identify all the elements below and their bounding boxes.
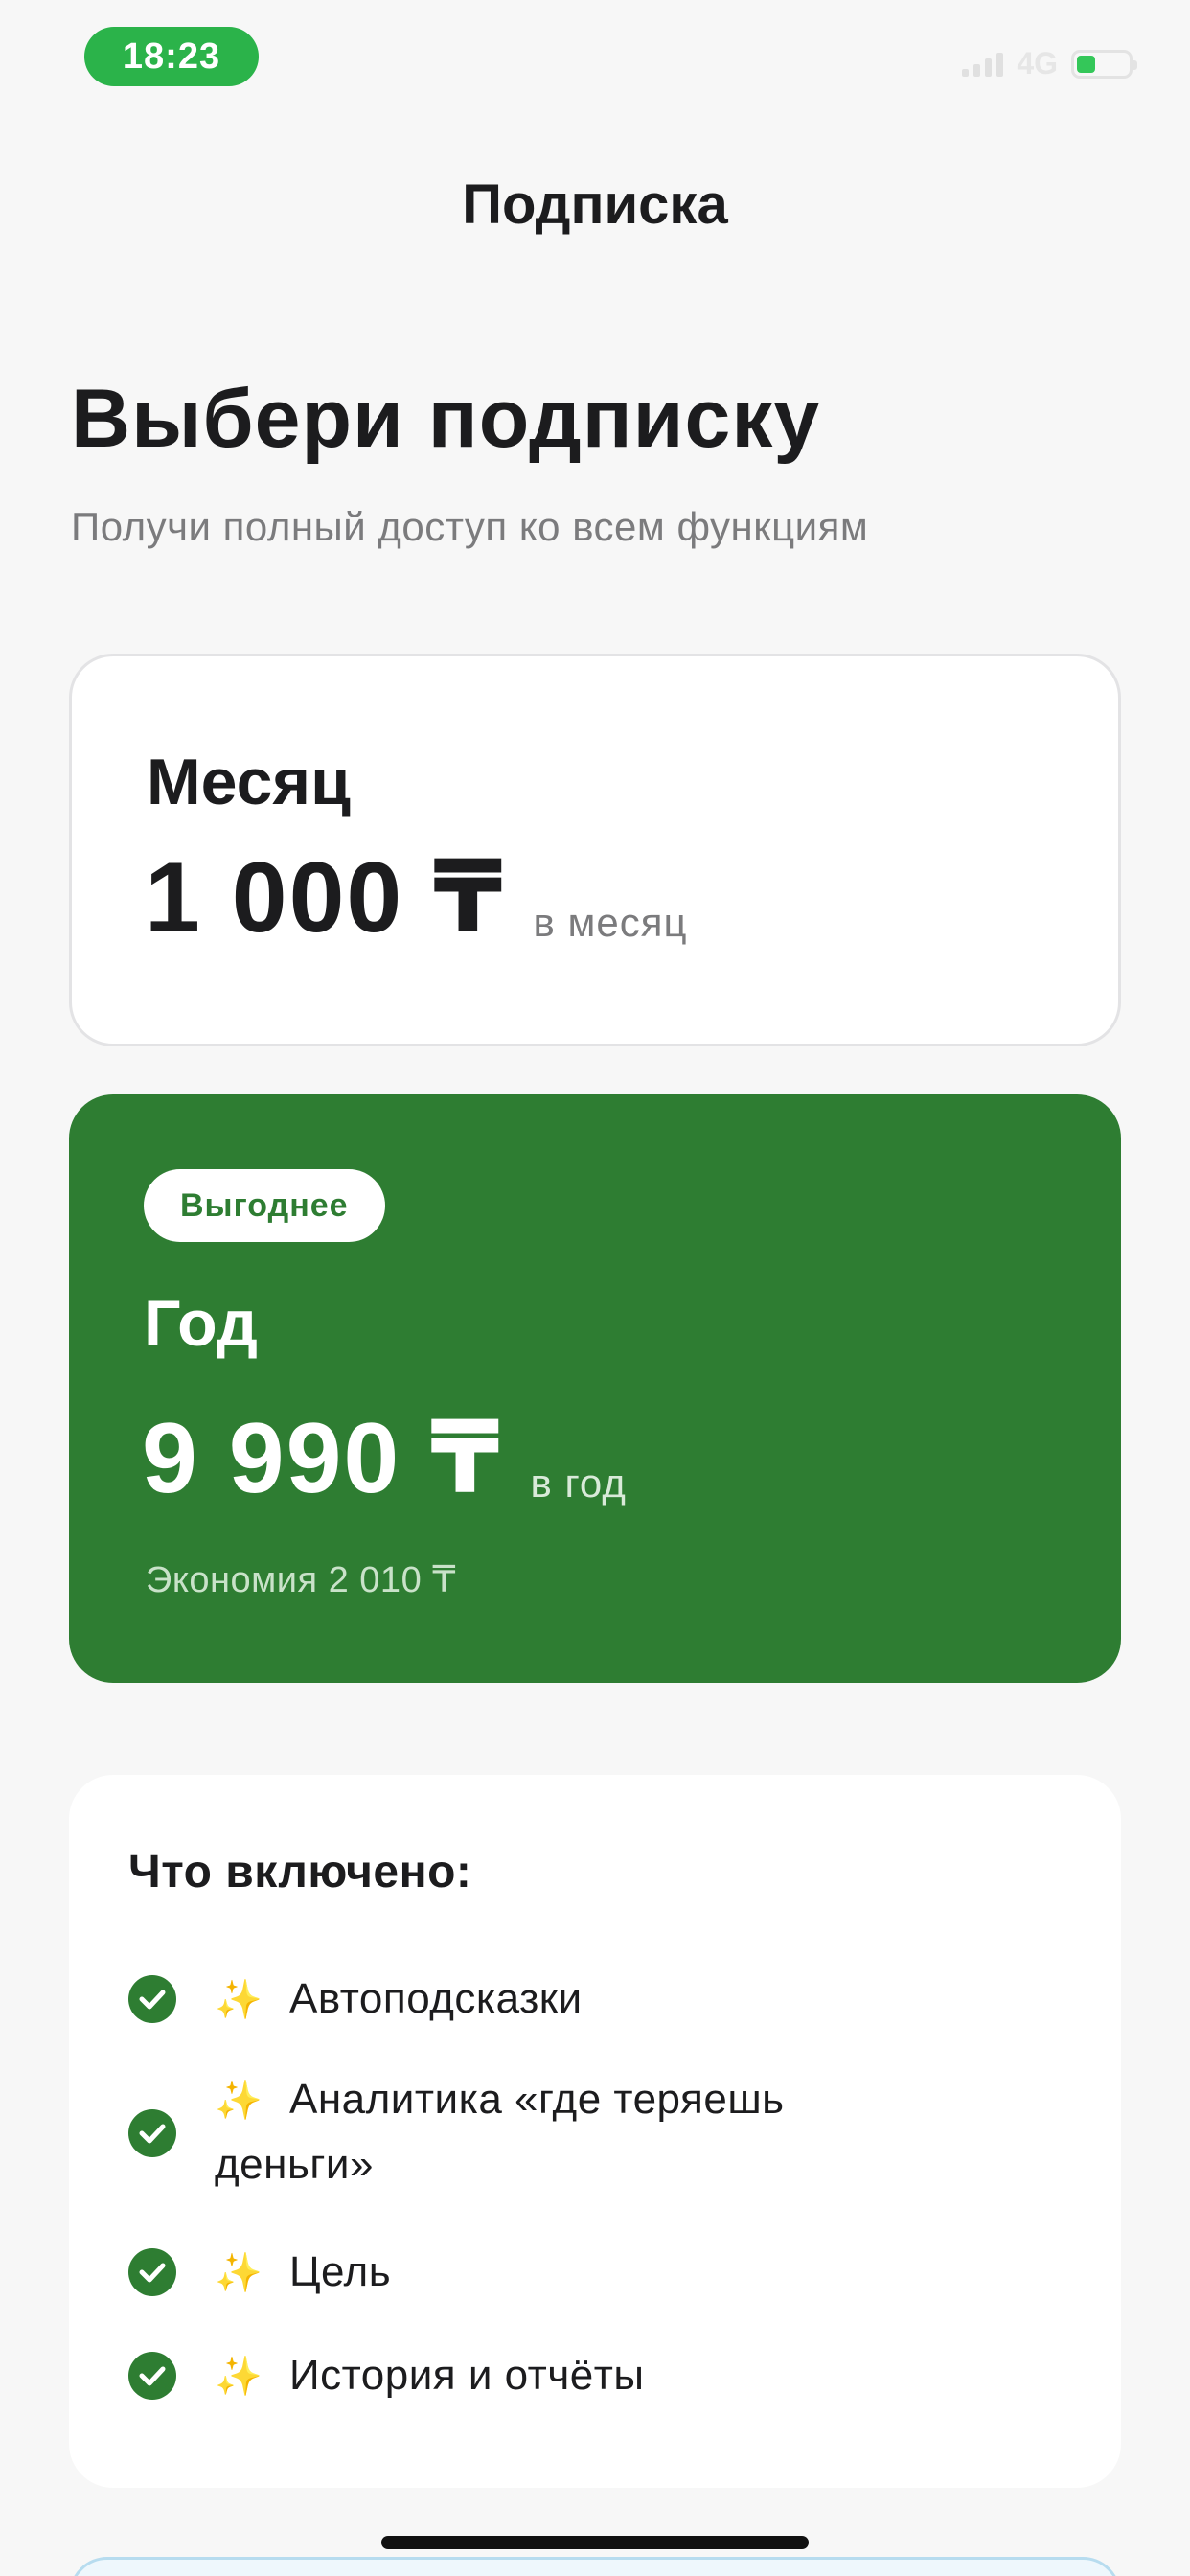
feature-text: История и отчёты: [289, 2352, 645, 2399]
home-indicator[interactable]: [381, 2536, 809, 2549]
plan-card-monthly[interactable]: Месяц 1 000 ₸ в месяц: [69, 654, 1121, 1046]
nav-title: Подписка: [462, 173, 728, 236]
price-row: 9 990 ₸ в год: [142, 1409, 627, 1508]
sparkle-icon: ✨: [215, 2355, 263, 2398]
status-indicators: 4G: [962, 46, 1137, 81]
signal-icon: [962, 52, 1004, 77]
check-circle-icon: [128, 2248, 176, 2296]
plan-period: в месяц: [533, 900, 688, 945]
plan-price: 1 000 ₸: [145, 842, 505, 954]
battery-level: [1077, 55, 1095, 73]
bottom-info-card[interactable]: [69, 2557, 1121, 2576]
features-card: Что включено: ✨ Автоподсказки ✨ Аналитик…: [69, 1775, 1121, 2488]
features-title: Что включено:: [128, 1847, 472, 1898]
check-circle-icon: [128, 2109, 176, 2157]
feature-item: ✨ История и отчёты: [128, 2343, 644, 2408]
plan-price: 9 990 ₸: [142, 1403, 502, 1514]
feature-item: ✨ Аналитика «где теряешь деньги»: [128, 2067, 943, 2197]
plan-name: Месяц: [147, 746, 351, 818]
sparkle-icon: ✨: [215, 1978, 263, 2021]
check-circle-icon: [128, 1975, 176, 2023]
page-title: Выбери подписку: [71, 373, 821, 465]
feature-text: Автоподсказки: [289, 1975, 583, 2022]
page-subtitle: Получи полный доступ ко всем функциям: [71, 504, 869, 549]
plan-period: в год: [530, 1460, 627, 1506]
feature-item: ✨ Цель: [128, 2240, 391, 2305]
status-time: 18:23: [84, 27, 259, 86]
network-label: 4G: [1017, 46, 1058, 80]
savings-label: Экономия 2 010 ₸: [146, 1560, 456, 1600]
feature-text: Цель: [289, 2248, 392, 2295]
price-row: 1 000 ₸ в месяц: [145, 848, 688, 948]
subscription-screen: 18:23 4G Подписка Выбери подписку Получи…: [0, 0, 1190, 2576]
plan-name: Год: [144, 1287, 258, 1360]
best-value-badge: Выгоднее: [144, 1169, 385, 1242]
sparkle-icon: ✨: [215, 2251, 263, 2294]
check-circle-icon: [128, 2352, 176, 2400]
sparkle-icon: ✨: [215, 2079, 263, 2122]
feature-text: Аналитика «где теряешь: [289, 2076, 785, 2123]
plan-card-yearly[interactable]: Выгоднее Год 9 990 ₸ в год Экономия 2 01…: [69, 1094, 1121, 1683]
feature-text-block: ✨ Аналитика «где теряешь деньги»: [215, 2067, 943, 2197]
battery-icon: [1071, 49, 1137, 79]
feature-text-continuation: деньги»: [215, 2141, 374, 2188]
feature-item: ✨ Автоподсказки: [128, 1966, 583, 2032]
